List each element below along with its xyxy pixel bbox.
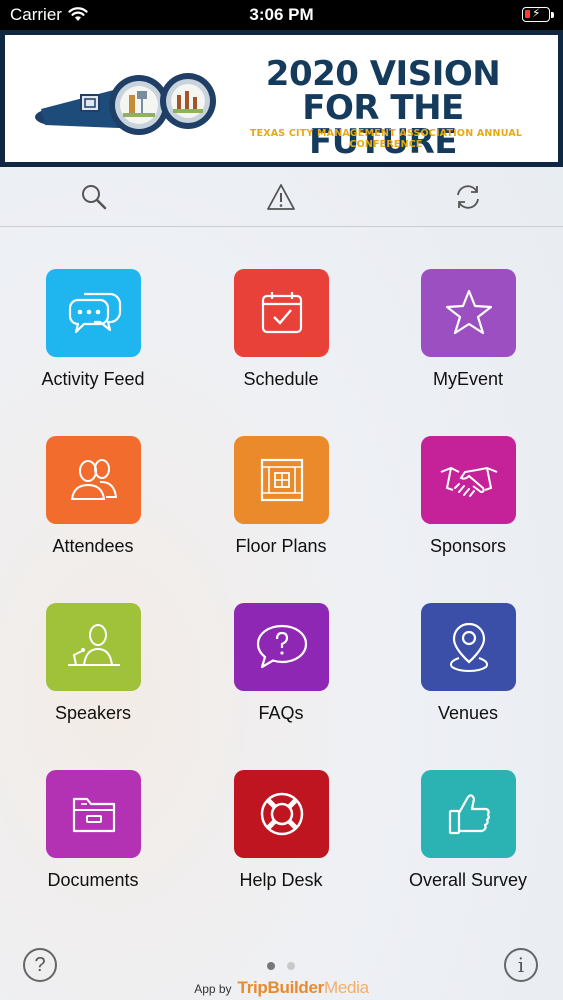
tile-overall-survey-bg bbox=[421, 770, 516, 858]
question-bubble-icon bbox=[256, 624, 307, 669]
tile-venues-bg bbox=[421, 603, 516, 691]
tile-schedule-bg bbox=[234, 269, 329, 357]
tile-activity-feed-label: Activity Feed bbox=[41, 369, 145, 389]
help-button[interactable]: ? bbox=[23, 948, 57, 982]
brand-suffix: Media bbox=[323, 978, 369, 997]
tile-myevent[interactable]: MyEvent bbox=[378, 269, 558, 409]
tile-floor-plans-bg bbox=[234, 436, 329, 524]
toolbar bbox=[0, 167, 563, 227]
handshake-icon bbox=[440, 466, 497, 497]
conference-banner: 2020 VISION FOR THE FUTURE TEXAS CITY MA… bbox=[0, 30, 563, 167]
tile-speakers-bg bbox=[46, 603, 141, 691]
map-pin-icon bbox=[449, 622, 488, 673]
battery-tip bbox=[551, 12, 554, 18]
chat-bubbles-icon bbox=[68, 292, 121, 334]
people-icon bbox=[70, 459, 117, 500]
tile-documents-bg bbox=[46, 770, 141, 858]
tile-myevent-label: MyEvent bbox=[432, 369, 504, 389]
tile-faqs-bg bbox=[234, 603, 329, 691]
credit-prefix: App by bbox=[194, 982, 232, 996]
alert-icon[interactable] bbox=[266, 182, 296, 212]
status-bar: Carrier 3:06 PM ⚡ bbox=[0, 0, 563, 30]
tile-overall-survey-label: Overall Survey bbox=[408, 870, 528, 890]
tile-activity-feed-bg bbox=[46, 269, 141, 357]
lifebuoy-icon bbox=[260, 792, 303, 836]
tile-speakers[interactable]: Speakers bbox=[3, 603, 183, 743]
search-icon[interactable] bbox=[79, 182, 109, 212]
thumbs-up-icon bbox=[448, 794, 490, 835]
tile-venues-label: Venues bbox=[437, 703, 499, 723]
floor-plan-icon bbox=[260, 458, 303, 502]
tile-faqs-label: FAQs bbox=[258, 703, 304, 723]
tile-schedule-label: Schedule bbox=[243, 369, 319, 389]
tile-help-desk-label: Help Desk bbox=[239, 870, 323, 890]
speaker-podium-icon bbox=[67, 624, 120, 666]
tile-schedule[interactable]: Schedule bbox=[191, 269, 371, 409]
star-icon bbox=[445, 289, 492, 335]
folder-icon bbox=[72, 797, 115, 833]
tile-speakers-label: Speakers bbox=[54, 703, 132, 723]
tile-sponsors-label: Sponsors bbox=[429, 536, 507, 556]
tripbuilder-logo: TripBuilderMedia bbox=[237, 978, 370, 997]
clock: 3:06 PM bbox=[249, 5, 314, 24]
info-button[interactable]: i bbox=[504, 948, 538, 982]
tile-myevent-bg bbox=[421, 269, 516, 357]
banner-title-line1: 2020 VISION bbox=[265, 54, 501, 94]
battery-icon: ⚡ bbox=[522, 6, 550, 22]
tile-floor-plans-label: Floor Plans bbox=[235, 536, 327, 556]
page-dot-inactive[interactable] bbox=[287, 962, 295, 970]
tile-attendees-bg bbox=[46, 436, 141, 524]
tile-venues[interactable]: Venues bbox=[378, 603, 558, 743]
tile-overall-survey[interactable]: Overall Survey bbox=[378, 770, 558, 910]
tile-sponsors[interactable]: Sponsors bbox=[378, 436, 558, 576]
tile-sponsors-bg bbox=[421, 436, 516, 524]
binoculars-logo-icon bbox=[35, 73, 216, 135]
app-credit[interactable]: App by TripBuilderMedia bbox=[0, 978, 563, 998]
tile-help-desk-bg bbox=[234, 770, 329, 858]
brand-main: TripBuilder bbox=[237, 978, 325, 997]
sync-icon[interactable] bbox=[453, 182, 483, 212]
tile-documents[interactable]: Documents bbox=[3, 770, 183, 910]
tile-attendees[interactable]: Attendees bbox=[3, 436, 183, 576]
tile-activity-feed[interactable]: Activity Feed bbox=[3, 269, 183, 409]
tile-help-desk[interactable]: Help Desk bbox=[191, 770, 371, 910]
tile-attendees-label: Attendees bbox=[52, 536, 134, 556]
tile-faqs[interactable]: FAQs bbox=[191, 603, 371, 743]
tile-documents-label: Documents bbox=[47, 870, 139, 890]
calendar-check-icon bbox=[261, 292, 302, 334]
page-dot-active[interactable] bbox=[267, 962, 275, 970]
banner-subtitle: TEXAS CITY MANAGEMENT ASSOCIATION ANNUAL… bbox=[249, 128, 523, 150]
tile-floor-plans[interactable]: Floor Plans bbox=[191, 436, 371, 576]
